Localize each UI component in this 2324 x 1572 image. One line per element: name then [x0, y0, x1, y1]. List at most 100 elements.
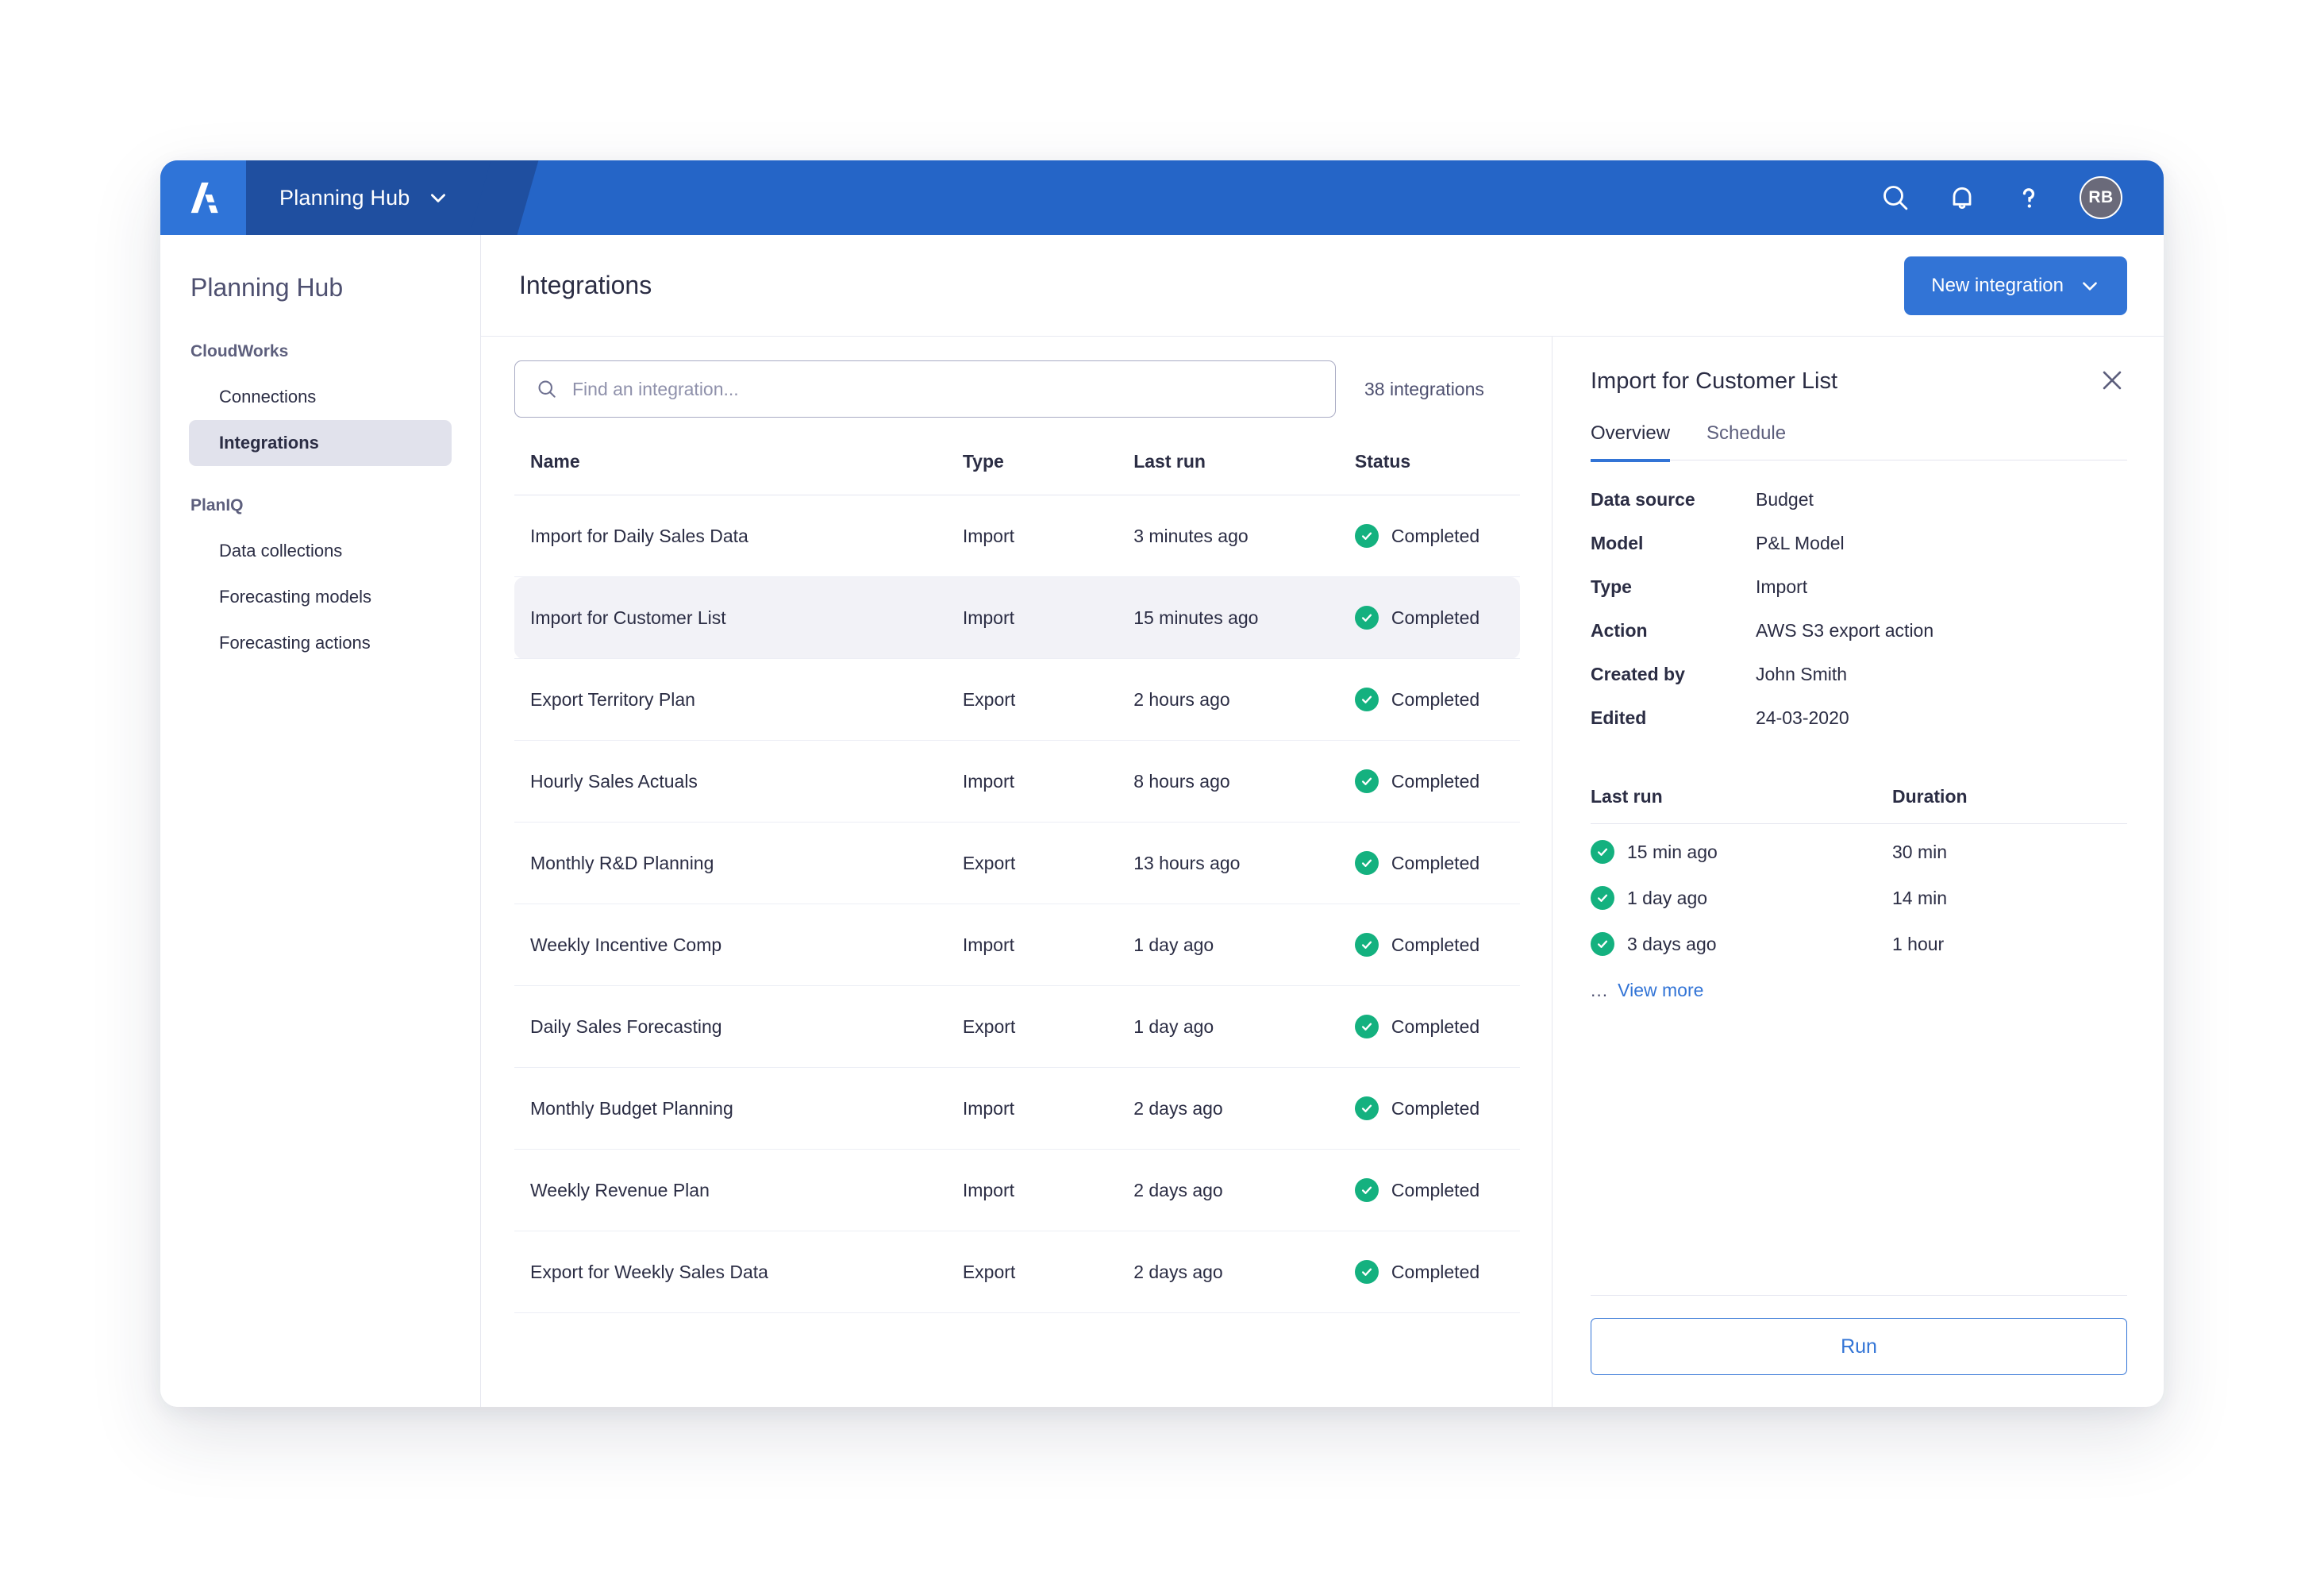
help-icon[interactable]	[2013, 182, 2045, 214]
cell-status: Completed	[1338, 1067, 1520, 1150]
sidebar-item-connections[interactable]: Connections	[189, 374, 452, 420]
cell-type: Export	[946, 1231, 1118, 1313]
cell-type: Import	[946, 495, 1118, 577]
cell-last-run: 2 days ago	[1118, 1149, 1339, 1231]
status-badge: Completed	[1354, 1096, 1520, 1120]
ellipsis-icon: ...	[1591, 980, 1609, 1000]
table-row[interactable]: Daily Sales Forecasting Export 1 day ago Co…	[514, 985, 1520, 1068]
view-more-link[interactable]: View more	[1618, 980, 1703, 1001]
avatar[interactable]: RB	[2080, 176, 2122, 219]
table-row[interactable]: Hourly Sales Actuals Import 8 hours ago Com…	[514, 740, 1520, 823]
cell-name: Export Territory Plan	[514, 658, 947, 741]
column-header-status[interactable]: Status	[1338, 446, 1520, 495]
integrations-table: Name Type Last run Status Import for Dai…	[514, 446, 1520, 1313]
search-input[interactable]	[572, 378, 1314, 400]
app-window: Planning Hub RB Planning Hub CloudWorks …	[160, 160, 2164, 1407]
run-when: 3 days ago	[1591, 932, 1892, 956]
new-integration-button[interactable]: New integration	[1904, 256, 2127, 315]
anaplan-logo-icon	[190, 182, 218, 214]
cell-name: Export for Weekly Sales Data	[514, 1231, 947, 1313]
status-label: Completed	[1391, 525, 1480, 546]
table-row[interactable]: Import for Customer List Import 15 minutes…	[514, 576, 1520, 659]
cell-last-run: 3 minutes ago	[1118, 495, 1339, 577]
search-icon[interactable]	[1880, 182, 1911, 214]
column-header-type[interactable]: Type	[946, 446, 1118, 495]
search-box[interactable]	[514, 360, 1336, 418]
detail-field-value: Budget	[1756, 489, 1814, 510]
cell-status: Completed	[1338, 740, 1520, 823]
integrations-table-pane: 38 integrations Name Type Last run Statu…	[481, 337, 1553, 1407]
sidebar-item-data-collections[interactable]: Data collections	[189, 528, 452, 574]
status-check-icon	[1354, 606, 1379, 630]
detail-field-row: Data source Budget	[1591, 489, 2127, 511]
status-label: Completed	[1391, 607, 1480, 628]
detail-title: Import for Customer List	[1591, 368, 1838, 394]
status-label: Completed	[1391, 1097, 1480, 1119]
cell-name: Monthly R&D Planning	[514, 822, 947, 904]
column-header-name[interactable]: Name	[514, 446, 947, 495]
cell-status: Completed	[1338, 822, 1520, 904]
cell-status: Completed	[1338, 1231, 1520, 1313]
table-row[interactable]: Import for Daily Sales Data Import 3 minut…	[514, 495, 1520, 577]
run-status-check-icon	[1591, 886, 1614, 910]
run-when: 15 min ago	[1591, 840, 1892, 864]
cell-last-run: 1 day ago	[1118, 904, 1339, 986]
cell-type: Import	[946, 1149, 1118, 1231]
table-row[interactable]: Weekly Revenue Plan Import 2 days ago Compl…	[514, 1149, 1520, 1231]
app-body: Planning Hub CloudWorks Connections Inte…	[160, 235, 2164, 1407]
detail-tabs: Overview Schedule	[1591, 422, 2127, 462]
status-badge: Completed	[1354, 688, 1520, 711]
table-head: Name Type Last run Status	[514, 446, 1520, 495]
cell-name: Import for Customer List	[514, 576, 947, 659]
status-badge: Completed	[1354, 524, 1520, 548]
page-header: Integrations New integration	[481, 235, 2164, 337]
sidebar-item-forecasting-models[interactable]: Forecasting models	[189, 574, 452, 620]
detail-field-label: Data source	[1591, 489, 1695, 510]
table-header-row: Name Type Last run Status	[514, 446, 1520, 495]
run-when-label: 1 day ago	[1627, 887, 1708, 908]
tab-schedule[interactable]: Schedule	[1706, 422, 1786, 462]
detail-field-label: Model	[1591, 533, 1644, 553]
detail-field-label: Edited	[1591, 707, 1647, 728]
run-history-row: 1 day ago 14 min	[1591, 870, 2127, 916]
search-icon	[538, 380, 556, 398]
tab-overview[interactable]: Overview	[1591, 422, 1671, 462]
table-row[interactable]: Export Territory Plan Export 2 hours ago Co…	[514, 658, 1520, 741]
table-row[interactable]: Weekly Incentive Comp Import 1 day ago Comp…	[514, 904, 1520, 986]
detail-field-label: Type	[1591, 576, 1632, 597]
sidebar-item-forecasting-actions[interactable]: Forecasting actions	[189, 620, 452, 666]
sidebar-item-integrations[interactable]: Integrations	[189, 420, 452, 466]
close-icon[interactable]	[2097, 365, 2127, 395]
cell-last-run: 2 days ago	[1118, 1067, 1339, 1150]
cell-name: Monthly Budget Planning	[514, 1067, 947, 1150]
status-check-icon	[1354, 933, 1379, 957]
table-row[interactable]: Export for Weekly Sales Data Export 2 days…	[514, 1231, 1520, 1313]
status-badge: Completed	[1354, 769, 1520, 793]
detail-field-value: AWS S3 export action	[1756, 620, 1934, 641]
workspace-selector[interactable]: Planning Hub	[246, 160, 504, 235]
cell-status: Completed	[1338, 1149, 1520, 1231]
workspace-label: Planning Hub	[279, 185, 410, 210]
cell-status: Completed	[1338, 495, 1520, 577]
content-row: 38 integrations Name Type Last run Statu…	[481, 337, 2164, 1407]
bell-icon[interactable]	[1946, 182, 1978, 214]
run-button[interactable]: Run	[1591, 1318, 2127, 1375]
detail-field-value: 24-03-2020	[1756, 707, 1849, 728]
table-row[interactable]: Monthly R&D Planning Export 13 hours ago Co…	[514, 822, 1520, 904]
app-logo[interactable]	[160, 160, 246, 235]
table-body: Import for Daily Sales Data Import 3 minut…	[514, 495, 1520, 1313]
status-label: Completed	[1391, 934, 1480, 955]
nav-group-label-cloudworks: CloudWorks	[190, 342, 289, 360]
status-check-icon	[1354, 1096, 1379, 1120]
status-check-icon	[1354, 851, 1379, 875]
status-badge: Completed	[1354, 1178, 1520, 1202]
detail-fields: Data source Budget Model P&L Model Type Impor…	[1591, 489, 2127, 751]
table-row[interactable]: Monthly Budget Planning Import 2 days ago C…	[514, 1067, 1520, 1150]
new-integration-label: New integration	[1931, 274, 2064, 296]
detail-footer: Run	[1591, 1295, 2127, 1407]
run-history-row: 3 days ago 1 hour	[1591, 916, 2127, 962]
cell-type: Import	[946, 740, 1118, 823]
chevron-down-icon	[430, 194, 445, 202]
status-badge: Completed	[1354, 851, 1520, 875]
column-header-last-run[interactable]: Last run	[1118, 446, 1339, 495]
